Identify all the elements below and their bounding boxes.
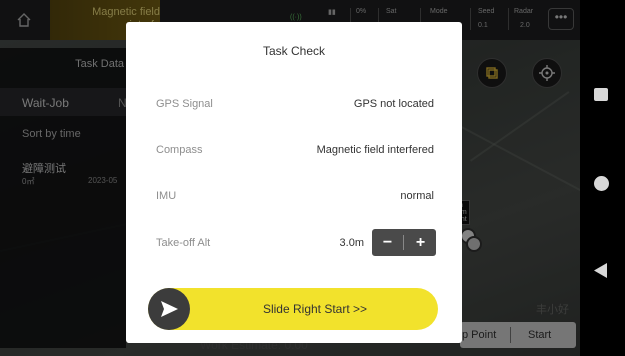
- app-screen: Magnetic field interfe ((·)) ▮▮ 0% Sat M…: [0, 0, 580, 356]
- dialog-title: Task Check: [262, 44, 326, 58]
- task-check-dialog: Task Check GPS Signal GPS not located Co…: [126, 22, 462, 343]
- slider-label: Slide Right Start >>: [262, 302, 368, 316]
- takeoff-alt-stepper: − +: [372, 229, 436, 256]
- increase-alt-button[interactable]: +: [405, 229, 436, 256]
- takeoff-alt-label: Take-off Alt: [156, 237, 211, 249]
- gps-signal-label: GPS Signal: [156, 98, 213, 110]
- imu-label: IMU: [156, 190, 177, 202]
- recents-button[interactable]: [594, 88, 608, 101]
- decrease-alt-button[interactable]: −: [372, 229, 403, 256]
- gps-signal-value: GPS not located: [353, 98, 434, 110]
- back-button[interactable]: [594, 263, 608, 278]
- compass-label: Compass: [156, 144, 203, 156]
- home-nav-button[interactable]: [594, 176, 609, 191]
- takeoff-alt-value: 3.0m: [339, 237, 364, 249]
- divider: [403, 235, 404, 250]
- compass-value: Magnetic field interfered: [316, 144, 434, 156]
- imu-value: normal: [400, 190, 434, 202]
- slide-to-start-slider[interactable]: Slide Right Start >>: [148, 288, 438, 330]
- system-nav-bar: [580, 0, 625, 356]
